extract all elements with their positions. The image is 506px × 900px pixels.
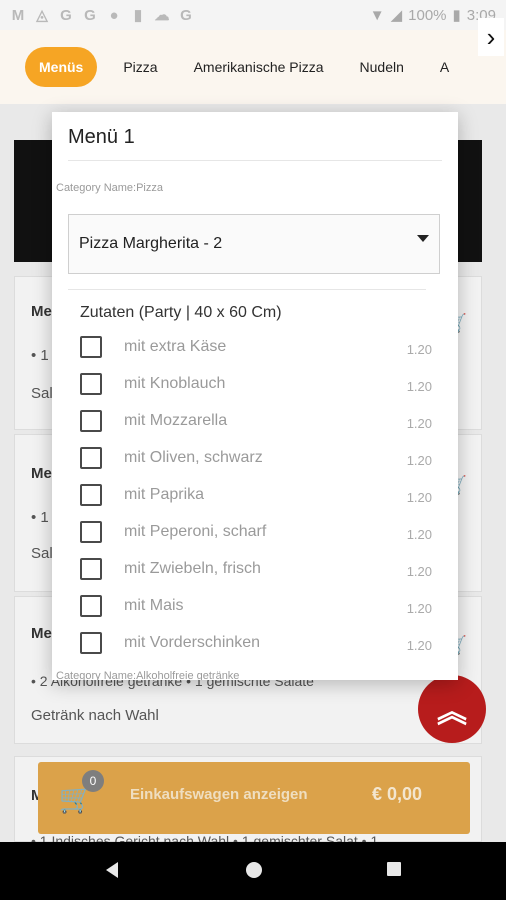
gmail-icon: M xyxy=(11,6,25,24)
ingredient-price: 1.20 xyxy=(406,453,432,468)
chevron-right-icon[interactable]: › xyxy=(478,18,504,56)
ingredient-price: 1.20 xyxy=(406,638,432,653)
divider xyxy=(68,160,442,161)
ingredient-price: 1.20 xyxy=(406,379,432,394)
dropdown-arrow-icon xyxy=(417,235,429,242)
pizza-select-value: Pizza Margherita - 2 xyxy=(79,235,223,252)
ingredient-checkbox[interactable] xyxy=(80,632,102,654)
cart-count-badge: 0 xyxy=(82,770,104,792)
wifi-icon: ▼ xyxy=(369,6,385,24)
notification-icons: M ◬ G G ● ▮ ☁ G xyxy=(10,6,194,25)
cart-label: Einkaufswagen anzeigen xyxy=(130,786,308,803)
google-g-icon: G xyxy=(84,6,96,24)
ingredient-row[interactable]: mit Mais 1.20 xyxy=(80,593,432,619)
ingredient-checkbox[interactable] xyxy=(80,595,102,617)
ingredient-name: mit Oliven, schwarz xyxy=(124,449,263,466)
double-chevron-up-icon: ︽ xyxy=(437,696,467,729)
ingredient-price: 1.20 xyxy=(406,490,432,505)
pizza-select[interactable]: Pizza Margherita - 2 xyxy=(68,214,440,274)
circle-icon: ● xyxy=(109,6,119,24)
ingredient-checkbox[interactable] xyxy=(80,521,102,543)
system-nav-bar xyxy=(0,842,506,900)
category-tab-pizza[interactable]: Pizza xyxy=(105,47,175,87)
ingredient-name: mit Knoblauch xyxy=(124,375,226,392)
ingredient-row[interactable]: mit extra Käse 1.20 xyxy=(80,334,432,360)
ingredient-row[interactable]: mit Zwiebeln, frisch 1.20 xyxy=(80,556,432,582)
category-tab-next[interactable]: A xyxy=(422,47,467,87)
dialog-title: Menü 1 xyxy=(68,126,135,148)
category-tab-menus[interactable]: Menüs xyxy=(25,47,98,87)
ingredient-price: 1.20 xyxy=(406,564,432,579)
card-line: Sal xyxy=(31,545,53,562)
ingredient-name: mit Peperoni, scharf xyxy=(124,523,267,540)
battery-icon: ▮ xyxy=(452,7,461,24)
card-title: Me xyxy=(31,465,52,482)
card-title: Me xyxy=(31,303,52,320)
ingredient-name: mit extra Käse xyxy=(124,338,227,355)
ingredient-row[interactable]: mit Mozzarella 1.20 xyxy=(80,408,432,434)
ingredient-row[interactable]: mit Peperoni, scharf 1.20 xyxy=(80,519,432,545)
card-line: • 1 xyxy=(31,509,49,526)
ingredient-checkbox[interactable] xyxy=(80,447,102,469)
home-icon[interactable] xyxy=(246,862,262,878)
ingredient-checkbox[interactable] xyxy=(80,373,102,395)
ingredient-checkbox[interactable] xyxy=(80,484,102,506)
divider xyxy=(68,289,426,290)
ingredient-name: mit Paprika xyxy=(124,486,205,503)
ingredient-row[interactable]: mit Paprika 1.20 xyxy=(80,482,432,508)
google-g-icon: G xyxy=(180,6,192,24)
ingredient-name: mit Mozzarella xyxy=(124,412,228,429)
google-g-icon: G xyxy=(60,6,72,24)
card-line: • 1 xyxy=(31,347,49,364)
ingredient-checkbox[interactable] xyxy=(80,410,102,432)
status-bar: M ◬ G G ● ▮ ☁ G ▼ ◢ 100% ▮ 3:09 xyxy=(0,0,506,30)
ingredient-name: mit Vorderschinken xyxy=(124,634,261,651)
cart-total: € 0,00 xyxy=(371,784,422,804)
card-line: Getränk nach Wahl xyxy=(31,707,159,724)
sd-card-icon: ▮ xyxy=(133,7,143,24)
ingredient-checkbox[interactable] xyxy=(80,336,102,358)
card-title: Me xyxy=(31,625,52,642)
ingredient-price: 1.20 xyxy=(406,527,432,542)
category-name-label: Category Name:Alkoholfreie getränke xyxy=(56,670,240,680)
scroll-top-button[interactable]: ︽ xyxy=(418,675,486,743)
ingredient-row[interactable]: mit Vorderschinken 1.20 xyxy=(80,630,432,656)
ingredient-checkbox[interactable] xyxy=(80,558,102,580)
recents-icon[interactable] xyxy=(387,862,401,876)
menu-options-dialog: Menü 1 Category Name:Pizza Pizza Margher… xyxy=(52,112,458,680)
cloud-icon: ☁ xyxy=(154,7,170,24)
category-tab-american-pizza[interactable]: Amerikanische Pizza xyxy=(176,47,342,87)
ingredient-price: 1.20 xyxy=(406,416,432,431)
ingredient-price: 1.20 xyxy=(406,342,432,357)
ingredients-group-title: Zutaten (Party | 40 x 60 Cm) xyxy=(80,304,282,321)
alert-icon: ◬ xyxy=(36,7,48,24)
category-name-label: Category Name:Pizza xyxy=(56,182,163,194)
battery-percent: 100% xyxy=(408,6,447,24)
view-cart-button[interactable]: 🛒 0 Einkaufswagen anzeigen € 0,00 xyxy=(38,762,470,834)
category-bar: Menüs Pizza Amerikanische Pizza Nudeln A xyxy=(0,30,506,104)
ingredient-row[interactable]: mit Oliven, schwarz 1.20 xyxy=(80,445,432,471)
ingredient-row[interactable]: mit Knoblauch 1.20 xyxy=(80,371,432,397)
back-icon[interactable] xyxy=(106,862,118,878)
signal-icon: ◢ xyxy=(390,7,403,24)
ingredient-name: mit Mais xyxy=(124,597,184,614)
ingredient-name: mit Zwiebeln, frisch xyxy=(124,560,261,577)
card-line: Sal xyxy=(31,385,53,402)
ingredient-price: 1.20 xyxy=(406,601,432,616)
category-tab-noodles[interactable]: Nudeln xyxy=(342,47,422,87)
